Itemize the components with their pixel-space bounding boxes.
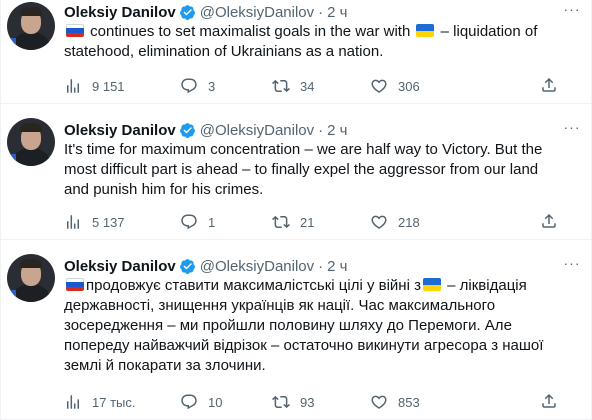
tweet-actions: 5 137 1 21 218 — [64, 212, 556, 232]
retweet-icon — [272, 213, 290, 231]
views-button[interactable]: 17 тыс. — [64, 392, 135, 412]
more-icon[interactable]: ··· — [562, 256, 582, 276]
share-icon[interactable] — [540, 392, 558, 410]
tweet-text: It's time for maximum concentration – we… — [64, 140, 560, 200]
tweet-timestamp[interactable]: 2 ч — [327, 258, 347, 275]
tweet-text-segment: державності, знищення українців як нації… — [64, 297, 496, 314]
views-count: 9 151 — [92, 78, 125, 94]
tweet-text-line: and punish him for his crimes. — [64, 180, 560, 200]
ukraine-flag-icon — [416, 24, 435, 37]
tweet[interactable]: Oleksiy Danilov @OleksiyDanilov · 2 ч ··· co… — [0, 0, 592, 104]
tweet-header: Oleksiy Danilov @OleksiyDanilov · 2 ч — [64, 256, 347, 276]
header-separator: · — [318, 3, 324, 21]
tweet-text-segment: It's time for maximum concentration – we… — [64, 141, 543, 158]
reply-icon — [180, 77, 198, 95]
tweet-text-segment: попереду найважчий відрізок – остаточно … — [64, 337, 544, 354]
views-chart-icon — [64, 77, 82, 95]
ukraine-flag-icon — [422, 278, 441, 291]
reply-button[interactable]: 10 — [180, 392, 222, 412]
views-button[interactable]: 5 137 — [64, 212, 125, 232]
tweet-text: continues to set maximalist goals in the… — [64, 22, 560, 62]
avatar[interactable] — [7, 2, 55, 50]
more-icon[interactable]: ··· — [562, 2, 582, 22]
likes-count: 306 — [398, 78, 420, 94]
retweets-count: 34 — [300, 78, 315, 94]
reply-icon — [180, 213, 198, 231]
retweet-button[interactable]: 93 — [272, 392, 314, 412]
russia-flag-icon — [66, 278, 84, 291]
replies-count: 1 — [208, 214, 216, 230]
author-handle[interactable]: @OleksiyDanilov — [200, 4, 314, 21]
verified-badge-icon — [179, 258, 196, 275]
tweet-text-line: statehood, elimination of Ukrainians as … — [64, 42, 560, 62]
tweet-text-line: continues to set maximalist goals in the… — [64, 22, 560, 42]
share-icon[interactable] — [540, 76, 558, 94]
tweet-header: Oleksiy Danilov @OleksiyDanilov · 2 ч — [64, 120, 347, 140]
tweet-timestamp[interactable]: 2 ч — [327, 4, 347, 21]
tweet-timestamp[interactable]: 2 ч — [327, 122, 347, 139]
tweet-text-line: попереду найважчий відрізок – остаточно … — [64, 336, 560, 356]
retweet-button[interactable]: 21 — [272, 212, 314, 232]
tweet-text-line: зосередження – ми пройшли половину шляху… — [64, 316, 560, 336]
like-button[interactable]: 853 — [370, 392, 420, 412]
heart-icon — [370, 213, 388, 231]
tweet[interactable]: Oleksiy Danilov @OleksiyDanilov · 2 ч ··· про… — [0, 240, 592, 420]
more-icon[interactable]: ··· — [562, 120, 582, 140]
retweets-count: 21 — [300, 214, 315, 230]
tweet-text-segment: землі й покарати за злочини. — [64, 357, 266, 374]
likes-count: 853 — [398, 394, 420, 410]
author-name[interactable]: Oleksiy Danilov — [64, 122, 176, 139]
views-count: 5 137 — [92, 214, 125, 230]
views-count: 17 тыс. — [92, 394, 136, 410]
tweet-text-segment: most difficult part is ahead – to finall… — [64, 161, 539, 178]
header-separator: · — [318, 121, 324, 139]
share-icon[interactable] — [540, 212, 558, 230]
author-name[interactable]: Oleksiy Danilov — [64, 4, 176, 21]
tweet-text-line: It's time for maximum concentration – we… — [64, 140, 560, 160]
tweet-actions: 9 151 3 34 306 — [64, 76, 556, 96]
tweet[interactable]: Oleksiy Danilov @OleksiyDanilov · 2 ч ··· It'… — [0, 104, 592, 240]
tweet-text-segment: зосередження – ми пройшли половину шляху… — [64, 317, 512, 334]
reply-button[interactable]: 1 — [180, 212, 215, 232]
header-separator: · — [318, 257, 324, 275]
russia-flag-icon — [66, 24, 84, 37]
views-chart-icon — [64, 393, 82, 411]
tweet-text-segment: продовжує ставити максималістські цілі у… — [86, 277, 421, 294]
likes-count: 218 — [398, 214, 420, 230]
tweet-header: Oleksiy Danilov @OleksiyDanilov · 2 ч — [64, 2, 347, 22]
verified-badge-icon — [179, 4, 196, 21]
retweets-count: 93 — [300, 394, 315, 410]
views-chart-icon — [64, 213, 82, 231]
avatar[interactable] — [7, 254, 55, 302]
tweet-text-line: державності, знищення українців як нації… — [64, 296, 560, 316]
author-handle[interactable]: @OleksiyDanilov — [200, 122, 314, 139]
author-handle[interactable]: @OleksiyDanilov — [200, 258, 314, 275]
tweet-text-segment: – ліквідація — [442, 277, 527, 294]
tweet-text-line: землі й покарати за злочини. — [64, 356, 560, 376]
tweet-text-segment: continues to set maximalist goals in the… — [86, 23, 415, 40]
tweet-text-line: most difficult part is ahead – to finall… — [64, 160, 560, 180]
heart-icon — [370, 77, 388, 95]
retweet-icon — [272, 77, 290, 95]
tweet-text-segment: statehood, elimination of Ukrainians as … — [64, 43, 384, 60]
tweet-text-segment: – liquidation of — [436, 23, 538, 40]
retweet-icon — [272, 393, 290, 411]
like-button[interactable]: 218 — [370, 212, 420, 232]
like-button[interactable]: 306 — [370, 76, 420, 96]
reply-icon — [180, 393, 198, 411]
replies-count: 3 — [208, 78, 216, 94]
author-name[interactable]: Oleksiy Danilov — [64, 258, 176, 275]
views-button[interactable]: 9 151 — [64, 76, 125, 96]
avatar[interactable] — [7, 118, 55, 166]
retweet-button[interactable]: 34 — [272, 76, 314, 96]
tweet-actions: 17 тыс. 10 93 853 — [64, 392, 556, 412]
tweet-text-line: продовжує ставити максималістські цілі у… — [64, 276, 560, 296]
tweet-text: продовжує ставити максималістські цілі у… — [64, 276, 560, 376]
verified-badge-icon — [179, 122, 196, 139]
heart-icon — [370, 393, 388, 411]
reply-button[interactable]: 3 — [180, 76, 215, 96]
tweet-text-segment: and punish him for his crimes. — [64, 181, 264, 198]
replies-count: 10 — [208, 394, 223, 410]
